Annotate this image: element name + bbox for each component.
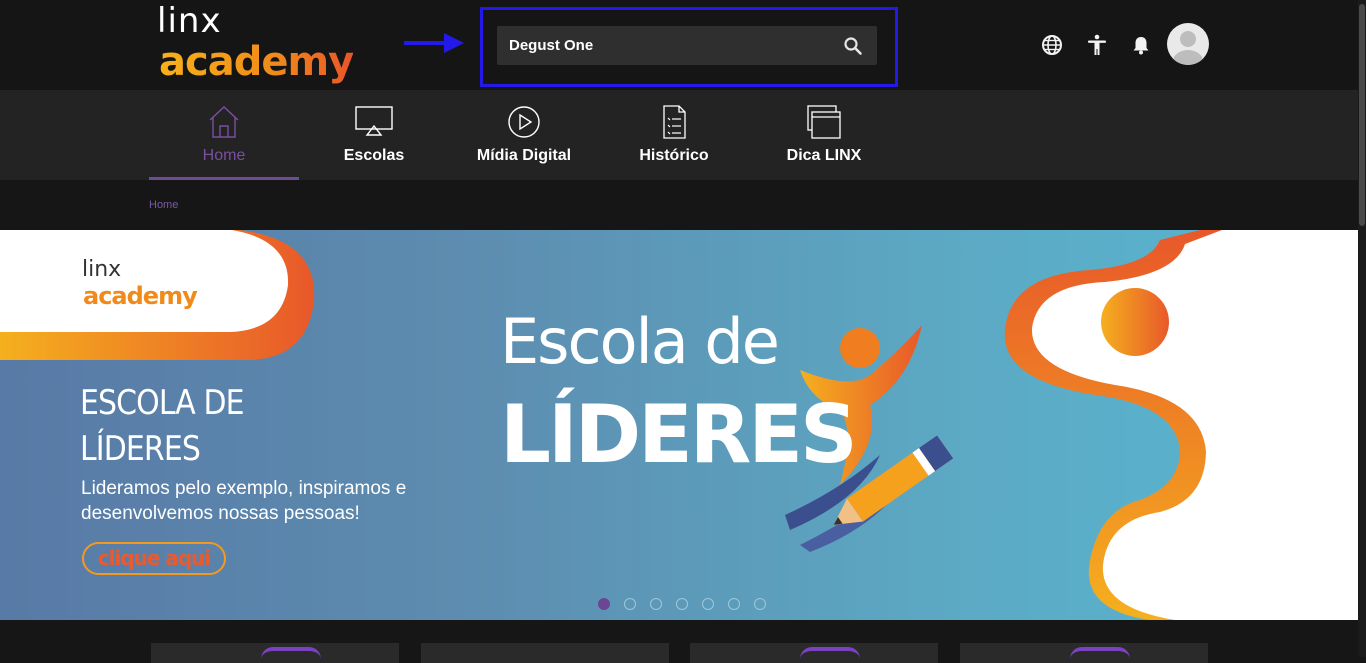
play-icon bbox=[508, 106, 540, 138]
stat-card-glyph bbox=[261, 647, 321, 661]
carousel-dot[interactable] bbox=[598, 598, 610, 610]
stat-card[interactable] bbox=[421, 643, 669, 663]
pointer-arrow-icon bbox=[404, 33, 464, 53]
logo-text-academy: academy bbox=[159, 39, 354, 85]
banner-title-line2: LÍDERES bbox=[80, 429, 201, 469]
screen-icon bbox=[355, 106, 393, 136]
logo-text-linx: linx bbox=[157, 1, 222, 41]
banner-logo-academy: academy bbox=[83, 282, 198, 310]
checklist-icon bbox=[663, 105, 686, 139]
nav-item-dica-linx[interactable]: Dica LINX bbox=[749, 90, 899, 180]
search-icon[interactable] bbox=[843, 36, 863, 56]
search-input[interactable] bbox=[509, 26, 829, 65]
nav-label-dica-linx: Dica LINX bbox=[786, 147, 862, 164]
windows-icon bbox=[807, 105, 841, 139]
carousel-dot[interactable] bbox=[754, 598, 766, 610]
stat-card-glyph bbox=[531, 647, 591, 661]
stat-card[interactable] bbox=[151, 643, 399, 663]
banner-description: Lideramos pelo exemplo, inspiramos e des… bbox=[81, 478, 407, 524]
accessibility-icon[interactable] bbox=[1085, 33, 1109, 57]
carousel-dot[interactable] bbox=[702, 598, 714, 610]
carousel-dot[interactable] bbox=[676, 598, 688, 610]
scrollbar-thumb[interactable] bbox=[1359, 4, 1365, 226]
nav-item-home[interactable]: Home bbox=[149, 90, 299, 180]
bell-icon[interactable] bbox=[1129, 33, 1153, 57]
globe-icon[interactable] bbox=[1040, 33, 1064, 57]
banner-headline-line1: Escola de bbox=[500, 305, 780, 378]
stat-card[interactable] bbox=[960, 643, 1208, 663]
cta-button[interactable]: clique aqui bbox=[82, 542, 226, 575]
stat-card[interactable] bbox=[690, 643, 938, 663]
nav-label-midia-digital: Mídia Digital bbox=[476, 147, 572, 164]
linx-academy-logo[interactable]: linx academy bbox=[157, 1, 354, 88]
breadcrumb-home[interactable]: Home bbox=[149, 199, 178, 211]
stat-card-glyph bbox=[1070, 647, 1130, 661]
avatar[interactable] bbox=[1167, 23, 1209, 65]
carousel-dot[interactable] bbox=[650, 598, 662, 610]
nav-item-escolas[interactable]: Escolas bbox=[299, 90, 449, 180]
nav-label-historico: Histórico bbox=[639, 147, 709, 164]
banner-headline-line2: LÍDERES bbox=[500, 388, 858, 481]
nav-item-midia-digital[interactable]: Mídia Digital bbox=[449, 90, 599, 180]
main-nav: Home Escolas Mídia Digital Histórico Dic… bbox=[0, 90, 1366, 180]
hero-banner[interactable]: linx academy ESCOLA DE LÍDERES Lideramos… bbox=[0, 230, 1358, 620]
top-header: linx academy bbox=[0, 0, 1366, 90]
banner-logo-linx: linx bbox=[82, 257, 122, 282]
search-bar[interactable] bbox=[497, 26, 877, 65]
page-scrollbar[interactable] bbox=[1358, 0, 1366, 657]
banner-title-line1: ESCOLA DE bbox=[80, 383, 245, 423]
user-silhouette-icon bbox=[1173, 31, 1203, 65]
stat-card-glyph bbox=[800, 647, 860, 661]
home-icon bbox=[209, 106, 239, 138]
nav-label-home: Home bbox=[202, 147, 246, 164]
banner-title: ESCOLA DE LÍDERES bbox=[80, 380, 344, 472]
carousel-dot[interactable] bbox=[624, 598, 636, 610]
nav-item-historico[interactable]: Histórico bbox=[599, 90, 749, 180]
nav-label-escolas: Escolas bbox=[343, 147, 405, 164]
breadcrumb: Home bbox=[0, 180, 1366, 230]
carousel-dot[interactable] bbox=[728, 598, 740, 610]
